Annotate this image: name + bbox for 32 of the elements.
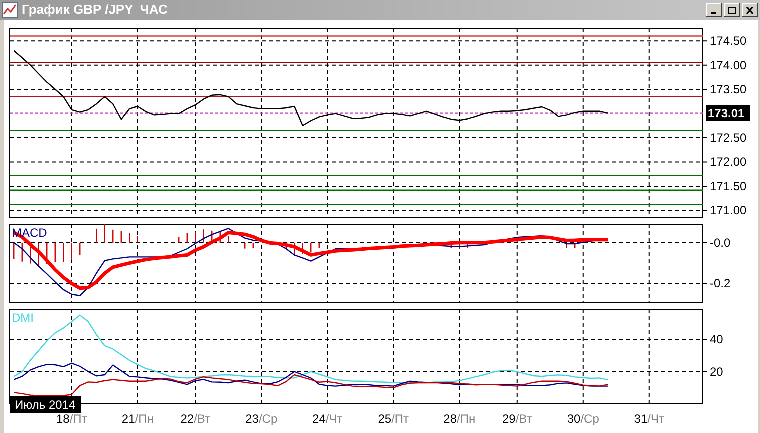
chart-icon bbox=[2, 2, 18, 18]
maximize-button[interactable] bbox=[724, 3, 740, 17]
date-label: 29/Вт bbox=[502, 412, 532, 426]
axis-tick-label: 20 bbox=[710, 364, 724, 379]
date-label: 24/Чт bbox=[312, 412, 343, 426]
date-label: 21/Пн bbox=[122, 412, 154, 426]
indicator-title: DMI bbox=[12, 311, 34, 325]
window-title: График GBP /JPY ЧАС bbox=[22, 1, 168, 20]
date-label: 23/Ср bbox=[246, 412, 278, 426]
indicator-title: MACD bbox=[12, 226, 48, 240]
date-label: 25/Пт bbox=[378, 412, 410, 426]
axis-tick-label: 172.50 bbox=[710, 131, 747, 145]
close-icon bbox=[746, 6, 754, 14]
price-label: 173.01 bbox=[706, 105, 750, 122]
axis-tick-label: 40 bbox=[710, 332, 724, 347]
close-button[interactable] bbox=[742, 3, 758, 17]
maximize-icon bbox=[728, 6, 736, 14]
axis-tick-label: 173.50 bbox=[710, 82, 747, 97]
date-label: 30/Ср bbox=[567, 412, 600, 426]
date-label: 22/Вт bbox=[180, 412, 211, 426]
axis-tick-label: 171.50 bbox=[710, 179, 747, 194]
axis-tick-label: 171.00 bbox=[710, 204, 747, 218]
axis-tick-label: 174.50 bbox=[710, 34, 747, 48]
axis-tick-label: -0.0 bbox=[710, 236, 731, 250]
period-badge: Июль 2014 bbox=[10, 396, 81, 413]
axis-tick-label: 174.00 bbox=[710, 58, 747, 72]
date-label: 31/Чт bbox=[634, 412, 664, 426]
axis-tick-label: 172.00 bbox=[710, 155, 747, 170]
minimize-button[interactable] bbox=[706, 3, 722, 17]
date-label: 18/Пт bbox=[56, 412, 88, 426]
date-label: 28/Пн bbox=[444, 412, 476, 426]
axis-tick-label: -0.2 bbox=[710, 276, 731, 291]
